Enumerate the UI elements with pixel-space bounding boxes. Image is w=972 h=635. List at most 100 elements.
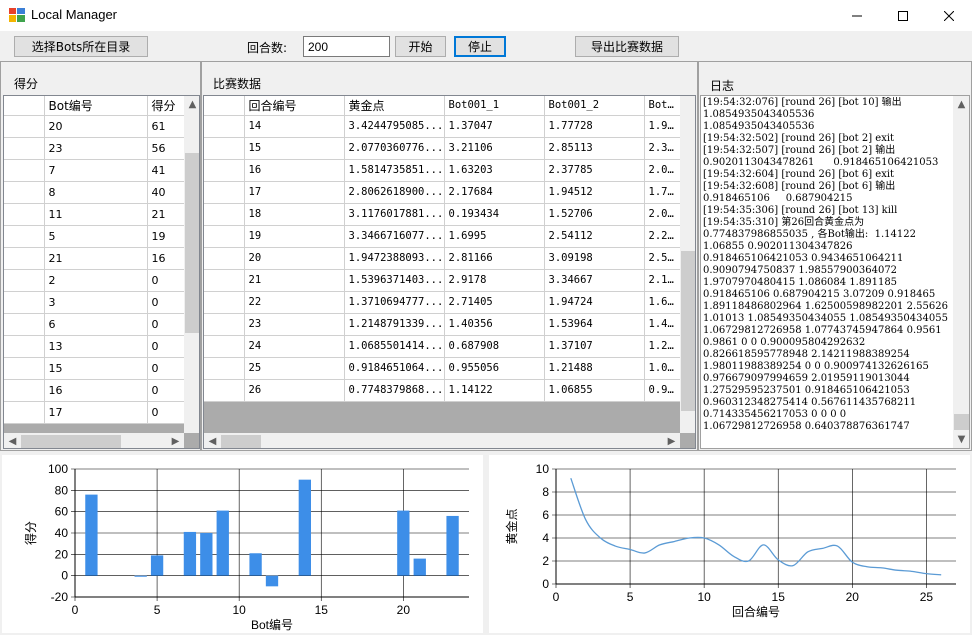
- cell-bot00[interactable]: 1.2083: [644, 335, 681, 358]
- cell-bot001-1[interactable]: 1.6995: [444, 225, 545, 248]
- table-row[interactable]: 17 0: [4, 401, 185, 424]
- cell-gold-point[interactable]: 1.2148791339...: [344, 313, 445, 336]
- row-header[interactable]: [204, 225, 245, 248]
- cell-score[interactable]: 40: [147, 181, 185, 204]
- table-row[interactable]: 21 16: [4, 247, 185, 270]
- cell-round[interactable]: 18: [244, 203, 345, 226]
- table-row[interactable]: 30: [4, 291, 185, 314]
- scroll-thumb[interactable]: [954, 414, 969, 430]
- cell-round[interactable]: 16: [244, 159, 345, 182]
- table-row[interactable]: 60: [4, 313, 185, 336]
- cell-bot00[interactable]: 1.9547: [644, 115, 681, 138]
- row-header[interactable]: [204, 115, 245, 138]
- table-row[interactable]: 15 0: [4, 357, 185, 380]
- cell-bot-id[interactable]: 17: [44, 401, 148, 424]
- cell-score[interactable]: 41: [147, 159, 185, 182]
- cell-score[interactable]: 0: [147, 357, 185, 380]
- cell-bot001-2[interactable]: 3.34667: [544, 269, 645, 292]
- cell-bot-id[interactable]: 16: [44, 379, 148, 402]
- scroll-left-icon[interactable]: ◀: [4, 433, 21, 448]
- cell-bot00[interactable]: 2.0107: [644, 203, 681, 226]
- row-header[interactable]: [204, 313, 245, 336]
- cell-bot001-1[interactable]: 2.71405: [444, 291, 545, 314]
- cell-bot001-1[interactable]: 1.63203: [444, 159, 545, 182]
- table-row[interactable]: 8 40: [4, 181, 185, 204]
- cell-bot-id[interactable]: 2: [44, 269, 148, 292]
- cell-bot001-2[interactable]: 1.53964: [544, 313, 645, 336]
- scroll-down-icon[interactable]: ▼: [953, 431, 969, 448]
- column-header-bot001-1[interactable]: Bot001_1: [444, 96, 545, 116]
- row-header[interactable]: [204, 159, 245, 182]
- export-data-button[interactable]: 导出比赛数据: [575, 36, 679, 57]
- cell-bot001-2[interactable]: 2.37785: [544, 159, 645, 182]
- row-header[interactable]: [4, 335, 45, 358]
- score-vertical-scrollbar[interactable]: ▲: [184, 96, 199, 433]
- row-header[interactable]: [204, 137, 245, 160]
- cell-bot001-1[interactable]: 2.17684: [444, 181, 545, 204]
- column-header-round[interactable]: 回合编号: [244, 96, 345, 116]
- cell-gold-point[interactable]: 1.5814735851...: [344, 159, 445, 182]
- select-bots-dir-button[interactable]: 选择Bots所在目录: [14, 36, 148, 57]
- row-header[interactable]: [204, 203, 245, 226]
- cell-bot-id[interactable]: 23: [44, 137, 148, 160]
- row-header[interactable]: [4, 269, 45, 292]
- log-vertical-scrollbar[interactable]: ▲ ▼: [953, 96, 969, 448]
- cell-bot-id[interactable]: 5: [44, 225, 148, 248]
- table-row[interactable]: 183.1176017881...0.1934341.527062.0107: [204, 203, 681, 226]
- cell-bot00[interactable]: 1.7028: [644, 181, 681, 204]
- maximize-button[interactable]: [880, 0, 926, 31]
- row-header[interactable]: [4, 225, 45, 248]
- cell-bot001-1[interactable]: 3.21106: [444, 137, 545, 160]
- cell-bot00[interactable]: 0.9020: [644, 379, 681, 402]
- cell-gold-point[interactable]: 3.4244795085...: [344, 115, 445, 138]
- scroll-thumb[interactable]: [185, 153, 199, 333]
- column-header-bot00[interactable]: Bot00: [644, 96, 681, 116]
- cell-round[interactable]: 20: [244, 247, 345, 270]
- row-header[interactable]: [4, 291, 45, 314]
- cell-score[interactable]: 0: [147, 335, 185, 358]
- cell-round[interactable]: 23: [244, 313, 345, 336]
- table-row[interactable]: 201.9472388093...2.811663.091982.5284: [204, 247, 681, 270]
- row-header[interactable]: [204, 379, 245, 402]
- row-header[interactable]: [204, 181, 245, 204]
- cell-bot001-2[interactable]: 1.21488: [544, 357, 645, 380]
- cell-bot001-2[interactable]: 2.85113: [544, 137, 645, 160]
- cell-gold-point[interactable]: 1.3710694777...: [344, 291, 445, 314]
- cell-gold-point[interactable]: 0.9184651064...: [344, 357, 445, 380]
- table-row[interactable]: 241.0685501414...0.6879081.371071.2083: [204, 335, 681, 358]
- row-header[interactable]: [4, 181, 45, 204]
- row-header[interactable]: [4, 357, 45, 380]
- cell-bot001-1[interactable]: 1.37047: [444, 115, 545, 138]
- cell-score[interactable]: 61: [147, 115, 185, 138]
- cell-bot001-2[interactable]: 1.94512: [544, 181, 645, 204]
- cell-bot00[interactable]: 1.6910: [644, 291, 681, 314]
- cell-bot001-1[interactable]: 2.81166: [444, 247, 545, 270]
- cell-score[interactable]: 19: [147, 225, 185, 248]
- scroll-right-icon[interactable]: ▶: [663, 433, 680, 448]
- cell-bot001-1[interactable]: 1.40356: [444, 313, 545, 336]
- cell-round[interactable]: 14: [244, 115, 345, 138]
- cell-bot-id[interactable]: 20: [44, 115, 148, 138]
- cell-bot001-2[interactable]: 3.09198: [544, 247, 645, 270]
- cell-bot001-2[interactable]: 1.06855: [544, 379, 645, 402]
- rounds-input[interactable]: [303, 36, 390, 57]
- row-header[interactable]: [4, 401, 45, 424]
- log-textbox[interactable]: [19:54:32:076] [round 26] [bot 10] 输出 1.0…: [700, 95, 970, 449]
- cell-bot001-1[interactable]: 0.687908: [444, 335, 545, 358]
- row-header[interactable]: [4, 379, 45, 402]
- start-button[interactable]: 开始: [395, 36, 446, 57]
- row-header[interactable]: [204, 335, 245, 358]
- row-header[interactable]: [204, 247, 245, 270]
- cell-bot00[interactable]: 2.1104: [644, 269, 681, 292]
- cell-score[interactable]: 0: [147, 269, 185, 292]
- table-row[interactable]: 13 0: [4, 335, 185, 358]
- cell-bot-id[interactable]: 6: [44, 313, 148, 336]
- scroll-left-icon[interactable]: ◀: [204, 433, 221, 448]
- table-row[interactable]: 16 0: [4, 379, 185, 402]
- table-row[interactable]: 23 56: [4, 137, 185, 160]
- cell-score[interactable]: 21: [147, 203, 185, 226]
- score-horizontal-scrollbar[interactable]: ◀ ▶: [4, 433, 184, 448]
- cell-round[interactable]: 17: [244, 181, 345, 204]
- cell-round[interactable]: 25: [244, 357, 345, 380]
- match-vertical-scrollbar[interactable]: [680, 96, 695, 433]
